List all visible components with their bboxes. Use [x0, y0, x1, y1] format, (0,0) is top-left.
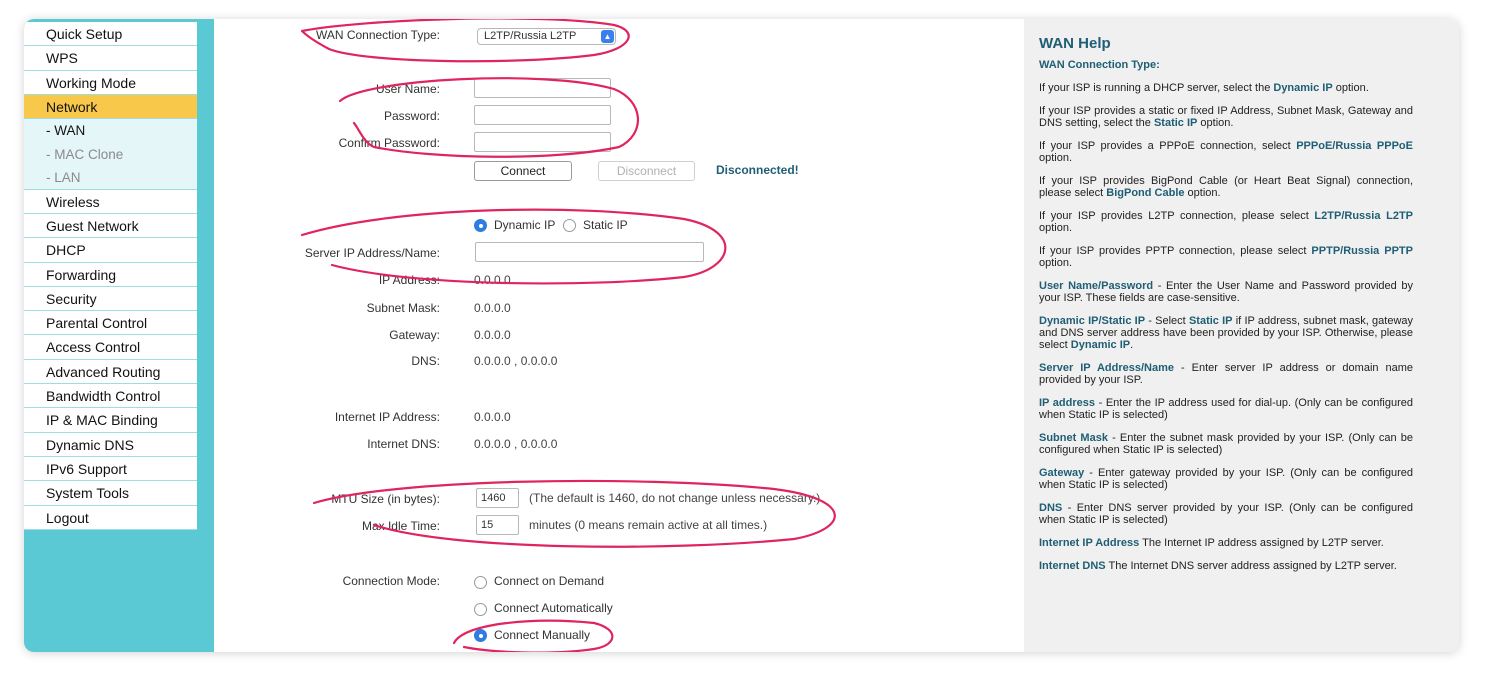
password-input[interactable]: [474, 105, 611, 125]
help-paragraph: Dynamic IP/Static IP - Select Static IP …: [1039, 315, 1414, 351]
help-paragraph: Internet IP Address The Internet IP addr…: [1039, 537, 1384, 549]
username-label: User Name:: [375, 82, 440, 96]
sidebar-item-forwarding[interactable]: Forwarding: [24, 262, 197, 287]
max-idle-input[interactable]: 15: [476, 515, 519, 535]
server-ip-input[interactable]: [475, 242, 704, 262]
sidebar-item-wireless[interactable]: Wireless: [24, 189, 197, 214]
sidebar-item-access-control[interactable]: Access Control: [24, 335, 197, 360]
internet-ip-value: 0.0.0.0: [474, 410, 511, 424]
help-paragraph: If your ISP provides PPTP connection, pl…: [1039, 245, 1413, 269]
static-ip-label: Static IP: [583, 218, 628, 232]
connection-status: Disconnected!: [716, 163, 799, 177]
help-paragraph: If your ISP is running a DHCP server, se…: [1039, 82, 1369, 94]
router-admin-window: Quick Setup WPS Working Mode Network - W…: [24, 19, 1459, 652]
max-idle-note: minutes (0 means remain active at all ti…: [529, 518, 768, 532]
sidebar-item-system-tools[interactable]: System Tools: [24, 481, 197, 506]
sidebar-subitem-lan[interactable]: - LAN: [24, 166, 197, 190]
connect-manually-label: Connect Manually: [494, 628, 591, 642]
wan-settings-form: WAN Connection Type: L2TP/Russia L2TP ▲︎…: [206, 19, 1024, 652]
confirm-password-label: Confirm Password:: [338, 136, 440, 150]
sidebar-item-wps[interactable]: WPS: [24, 46, 197, 71]
sidebar-item-logout[interactable]: Logout: [24, 505, 197, 530]
disconnect-button[interactable]: Disconnect: [598, 161, 695, 181]
gateway-value: 0.0.0.0: [474, 328, 511, 342]
help-paragraph: Gateway - Enter gateway provided by your…: [1039, 467, 1413, 491]
sidebar-item-working-mode[interactable]: Working Mode: [24, 70, 197, 95]
max-idle-label: Max Idle Time:: [361, 519, 440, 533]
sidebar-item-network[interactable]: Network: [24, 94, 197, 120]
help-paragraph: If your ISP provides a PPPoE connection,…: [1039, 140, 1413, 164]
connect-automatically-radio[interactable]: [474, 603, 487, 616]
help-paragraph: Internet DNS The Internet DNS server add…: [1039, 560, 1397, 572]
sidebar-item-ip-mac-binding[interactable]: IP & MAC Binding: [24, 408, 197, 433]
wan-type-value: L2TP/Russia L2TP: [484, 30, 577, 42]
internet-dns-label: Internet DNS:: [367, 437, 440, 451]
connect-on-demand-radio[interactable]: [474, 576, 487, 589]
connect-manually-radio[interactable]: [474, 629, 487, 642]
sidebar-item-parental-control[interactable]: Parental Control: [24, 311, 197, 336]
help-paragraph: DNS - Enter DNS server provided by your …: [1039, 502, 1413, 526]
sidebar-item-dynamic-dns[interactable]: Dynamic DNS: [24, 432, 197, 457]
sidebar-item-dhcp[interactable]: DHCP: [24, 238, 197, 263]
sidebar-subitem-mac-clone[interactable]: - MAC Clone: [24, 142, 197, 167]
help-paragraph: Server IP Address/Name - Enter server IP…: [1039, 362, 1413, 386]
internet-ip-label: Internet IP Address:: [334, 410, 440, 424]
username-input[interactable]: [474, 78, 611, 98]
help-paragraph: User Name/Password - Enter the User Name…: [1039, 280, 1414, 304]
subnet-mask-label: Subnet Mask:: [366, 301, 440, 315]
connect-button[interactable]: Connect: [474, 161, 572, 181]
mtu-input[interactable]: 1460: [476, 488, 519, 508]
ip-address-value: 0.0.0.0: [474, 273, 511, 287]
connect-automatically-label: Connect Automatically: [494, 601, 613, 615]
select-arrows-icon: ▲︎: [601, 30, 614, 43]
sidebar-menu: Quick Setup WPS Working Mode Network - W…: [24, 22, 197, 530]
internet-dns-value: 0.0.0.0 , 0.0.0.0: [474, 437, 558, 451]
mtu-note: (The default is 1460, do not change unle…: [529, 491, 821, 505]
static-ip-radio[interactable]: [563, 219, 576, 232]
dns-label: DNS:: [411, 354, 440, 368]
sidebar-item-guest-network[interactable]: Guest Network: [24, 213, 197, 239]
subnet-mask-value: 0.0.0.0: [474, 301, 511, 315]
help-title: WAN Help: [1039, 35, 1111, 52]
gateway-label: Gateway:: [389, 328, 440, 342]
wan-type-select[interactable]: L2TP/Russia L2TP ▲︎: [477, 28, 616, 45]
password-label: Password:: [383, 109, 440, 123]
help-panel: WAN Help WAN Connection Type: If your IS…: [1024, 19, 1459, 652]
confirm-password-input[interactable]: [474, 132, 611, 152]
connection-mode-label: Connection Mode:: [342, 574, 440, 588]
dynamic-ip-label: Dynamic IP: [494, 218, 556, 232]
sidebar-item-ipv6-support[interactable]: IPv6 Support: [24, 456, 197, 482]
ip-address-label: IP Address:: [378, 273, 440, 287]
sidebar-item-advanced-routing[interactable]: Advanced Routing: [24, 359, 197, 385]
mtu-label: MTU Size (in bytes):: [331, 492, 440, 506]
sidebar-item-bandwidth-control[interactable]: Bandwidth Control: [24, 384, 197, 409]
sidebar-subitem-wan[interactable]: - WAN: [24, 119, 197, 143]
server-ip-label: Server IP Address/Name:: [304, 246, 440, 260]
dns-value: 0.0.0.0 , 0.0.0.0: [474, 354, 558, 368]
help-paragraph: If your ISP provides L2TP connection, pl…: [1039, 210, 1413, 234]
sidebar: Quick Setup WPS Working Mode Network - W…: [24, 19, 206, 652]
connect-on-demand-label: Connect on Demand: [494, 574, 605, 588]
help-paragraph: Subnet Mask - Enter the subnet mask prov…: [1039, 432, 1413, 456]
sidebar-item-quick-setup[interactable]: Quick Setup: [24, 22, 197, 47]
help-paragraph: If your ISP provides BigPond Cable (or H…: [1039, 175, 1413, 199]
help-paragraph: IP address - Enter the IP address used f…: [1039, 397, 1413, 421]
sidebar-item-security[interactable]: Security: [24, 286, 197, 312]
help-paragraph: If your ISP provides a static or fixed I…: [1039, 105, 1413, 129]
dynamic-ip-radio[interactable]: [474, 219, 487, 232]
help-subhead: WAN Connection Type:: [1039, 59, 1160, 71]
wan-type-label: WAN Connection Type:: [315, 28, 440, 42]
